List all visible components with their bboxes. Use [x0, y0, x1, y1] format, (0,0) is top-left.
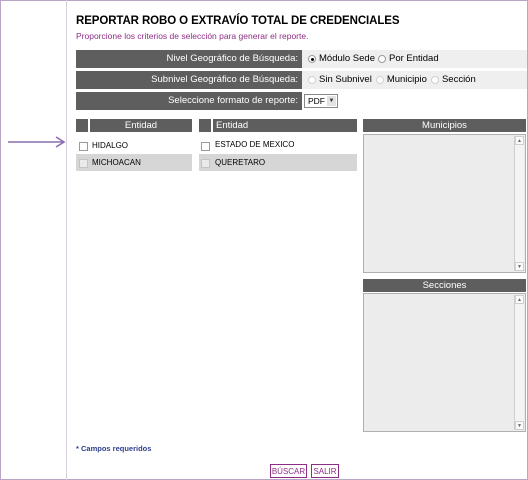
scroll-up-icon[interactable]: ▲ [515, 136, 524, 145]
modulo-sede-label: Módulo Sede [319, 53, 375, 64]
formato-label: Seleccione formato de reporte: [76, 92, 302, 110]
scroll-down-icon[interactable]: ▼ [515, 262, 524, 271]
formato-value-cell: PDF ▼ [302, 92, 338, 110]
subnivel-label: Subnivel Geográfico de Búsqueda: [76, 71, 302, 89]
buscar-button[interactable]: BÚSCAR [270, 464, 307, 478]
entidad-right-check-header [199, 119, 211, 132]
formato-row: Seleccione formato de reporte: PDF ▼ [76, 92, 527, 110]
michoacan-label: MICHOACAN [92, 158, 141, 167]
queretaro-label: QUERETARO [215, 158, 266, 167]
estado-de-mexico-checkbox[interactable] [201, 142, 210, 151]
modulo-sede-radio[interactable] [308, 55, 316, 63]
subnivel-options: Sin Subnivel Municipio Sección [304, 71, 476, 89]
nivel-row: Nivel Geográfico de Búsqueda: Módulo Sed… [76, 50, 527, 68]
entidad-left-check-header [76, 119, 88, 132]
municipios-scrollbar[interactable]: ▲ ▼ [514, 136, 524, 271]
municipio-label: Municipio [386, 74, 427, 85]
page-title: REPORTAR ROBO O EXTRAVÍO TOTAL DE CREDEN… [76, 15, 400, 27]
formato-select[interactable]: PDF ▼ [304, 94, 338, 108]
por-entidad-label: Por Entidad [388, 53, 439, 64]
hidalgo-checkbox[interactable] [79, 142, 88, 151]
michoacan-checkbox[interactable] [79, 159, 88, 168]
secciones-listbox[interactable]: ▲ ▼ [363, 293, 526, 432]
scroll-up-icon[interactable]: ▲ [515, 295, 524, 304]
divider-line [66, 0, 67, 480]
subnivel-row: Subnivel Geográfico de Búsqueda: Sin Sub… [76, 71, 527, 89]
municipio-radio[interactable] [375, 76, 384, 84]
chevron-down-icon: ▼ [327, 96, 336, 106]
page-subtitle: Proporcione los criterios de selección p… [76, 31, 309, 41]
required-note: * Campos requeridos [76, 444, 152, 453]
formato-select-value: PDF [308, 96, 325, 106]
municipios-listbox[interactable]: ▲ ▼ [363, 134, 526, 273]
seccion-label: Sección [441, 74, 476, 85]
secciones-header: Secciones [363, 279, 526, 292]
estado-de-mexico-label: ESTADO DE MEXICO [215, 140, 295, 149]
municipios-header: Municipios [363, 119, 526, 132]
sin-subnivel-label: Sin Subnivel [319, 74, 372, 85]
nivel-label: Nivel Geográfico de Búsqueda: [76, 50, 302, 68]
sin-subnivel-radio[interactable] [308, 76, 316, 84]
scroll-down-icon[interactable]: ▼ [515, 421, 524, 430]
entidad-left-header: Entidad [90, 119, 192, 132]
secciones-scrollbar[interactable]: ▲ ▼ [514, 295, 524, 430]
seccion-radio[interactable] [430, 76, 439, 84]
salir-button[interactable]: SALIR [311, 464, 339, 478]
queretaro-checkbox[interactable] [201, 159, 210, 168]
hidalgo-label: HIDALGO [92, 141, 129, 150]
arrow-right-icon [8, 136, 66, 148]
nivel-options: Módulo Sede Por Entidad [304, 50, 439, 68]
por-entidad-radio[interactable] [377, 55, 386, 63]
entidad-right-header: Entidad [213, 119, 357, 132]
